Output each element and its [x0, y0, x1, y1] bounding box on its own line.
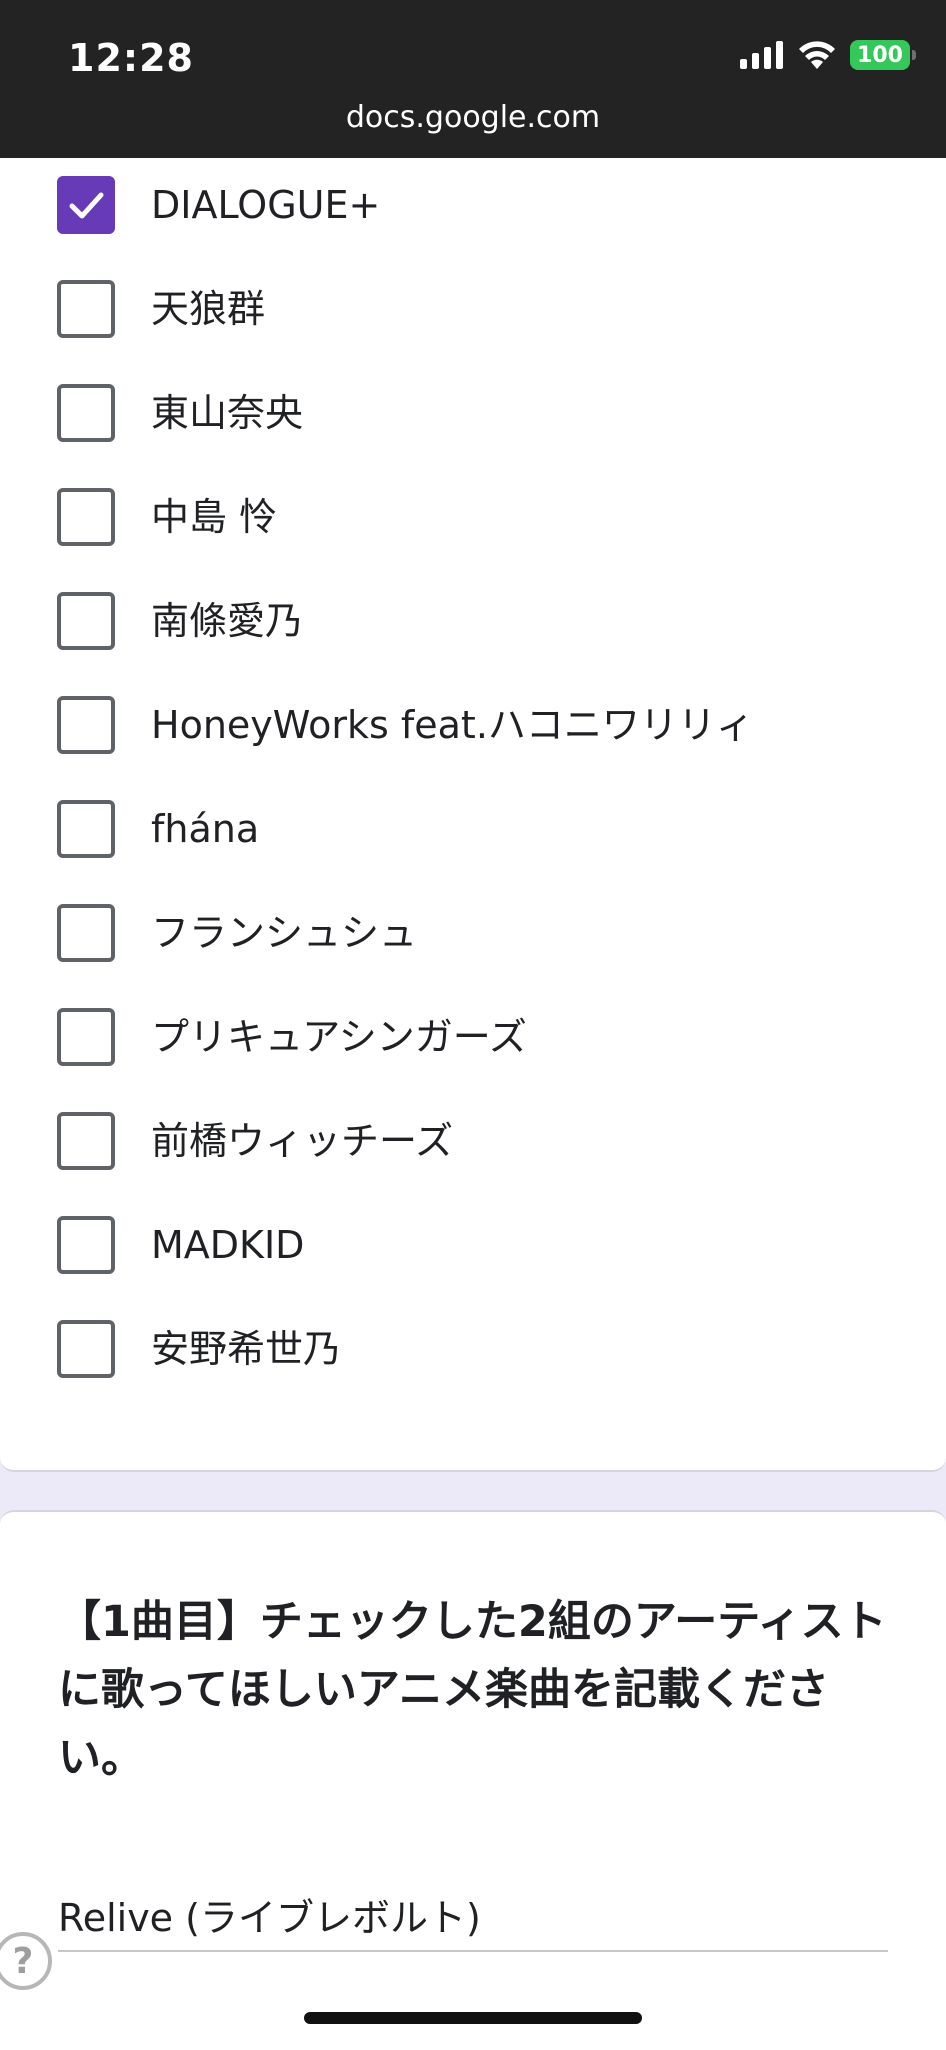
option-row[interactable]: 南條愛乃 [0, 574, 946, 678]
option-label: 南條愛乃 [151, 599, 304, 643]
checkbox-checked[interactable] [57, 176, 115, 234]
checkbox[interactable] [57, 280, 115, 338]
option-label: フランシュシュ [151, 911, 418, 955]
option-row[interactable]: 東山奈央 [0, 366, 946, 470]
option-label: 東山奈央 [151, 391, 304, 435]
option-row[interactable]: HoneyWorks feat.ハコニワリリィ [0, 678, 946, 782]
option-row[interactable]: 中島 怜 [0, 470, 946, 574]
battery-icon: 100 [850, 40, 916, 70]
address-url[interactable]: docs.google.com [0, 100, 946, 135]
option-label: HoneyWorks feat.ハコニワリリィ [151, 703, 754, 747]
option-row[interactable]: DIALOGUE+ [0, 158, 946, 262]
signal-icon [740, 41, 783, 69]
option-row[interactable]: 天狼群 [0, 262, 946, 366]
option-row[interactable]: fhána [0, 782, 946, 886]
option-label: 中島 怜 [151, 495, 278, 539]
question-title: 【1曲目】チェックした2組のアーティストに歌ってほしいアニメ楽曲を記載ください。 [58, 1597, 887, 1783]
option-label: プリキュアシンガーズ [151, 1015, 527, 1059]
option-row[interactable]: 安野希世乃 [0, 1302, 946, 1406]
checkbox[interactable] [57, 696, 115, 754]
checkbox[interactable] [57, 1112, 115, 1170]
text-question-card: 【1曲目】チェックした2組のアーティストに歌ってほしいアニメ楽曲を記載ください。… [0, 1510, 946, 2050]
option-label: fhána [151, 807, 260, 851]
help-icon[interactable]: ? [0, 1932, 52, 1990]
home-indicator[interactable] [304, 2012, 642, 2024]
checkbox[interactable] [57, 904, 115, 962]
checkbox[interactable] [57, 800, 115, 858]
checkbox[interactable] [57, 1320, 115, 1378]
status-time: 12:28 [68, 36, 194, 80]
checkbox[interactable] [57, 592, 115, 650]
checkmark-icon [69, 192, 104, 219]
answer-input[interactable]: Relive (ライブレボルト) [58, 1890, 888, 1946]
answer-underline [58, 1950, 888, 1952]
option-label: 安野希世乃 [151, 1327, 342, 1371]
option-row[interactable]: 前橋ウィッチーズ [0, 1094, 946, 1198]
option-label: 天狼群 [151, 287, 266, 331]
checkbox[interactable] [57, 1008, 115, 1066]
checkbox[interactable] [57, 488, 115, 546]
option-label: 前橋ウィッチーズ [151, 1119, 454, 1163]
checkbox[interactable] [57, 384, 115, 442]
option-row[interactable]: MADKID [0, 1198, 946, 1302]
system-icons: 100 [740, 40, 916, 70]
checkbox-question-card: DIALOGUE+ 天狼群 東山奈央 中島 怜 南條愛乃 HoneyWorks … [0, 158, 946, 1472]
option-label: DIALOGUE+ [151, 183, 381, 227]
checkbox[interactable] [57, 1216, 115, 1274]
option-row[interactable]: プリキュアシンガーズ [0, 990, 946, 1094]
option-row[interactable]: フランシュシュ [0, 886, 946, 990]
option-label: MADKID [151, 1223, 305, 1267]
status-bar: 12:28 100 docs.google.com [0, 0, 946, 158]
wifi-icon [799, 41, 835, 69]
